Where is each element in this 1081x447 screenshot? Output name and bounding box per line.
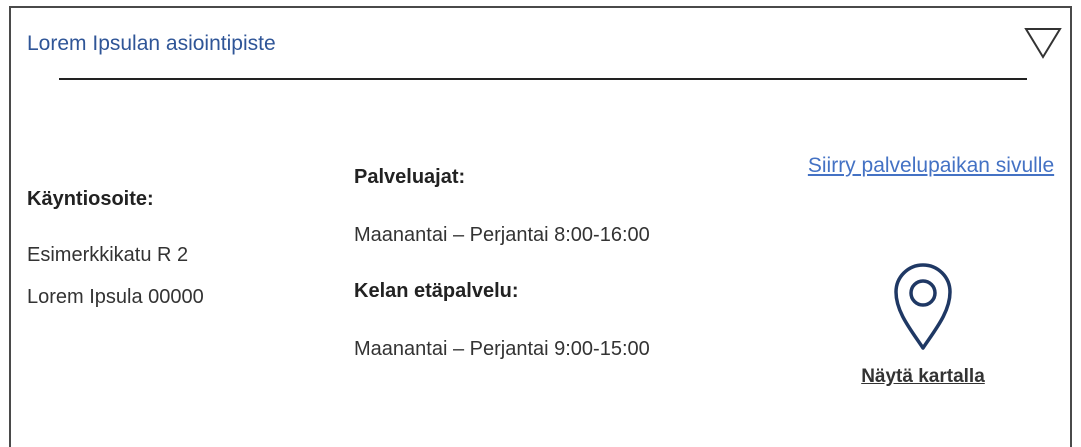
visit-address-city: Lorem Ipsula 00000: [27, 286, 204, 308]
service-point-title: Lorem Ipsulan asiointipiste: [27, 32, 276, 55]
remote-service-value: Maanantai – Perjantai 9:00-15:00: [354, 338, 650, 360]
visit-address-street: Esimerkkikatu R 2: [27, 244, 189, 266]
map-pin-icon-graphic: [894, 263, 952, 350]
remote-service-label: Kelan etäpalvelu:: [354, 280, 519, 302]
show-on-map-link[interactable]: Näytä kartalla: [831, 366, 1015, 388]
collapse-toggle-button[interactable]: [1023, 26, 1063, 60]
service-point-card: Lorem Ipsulan asiointipiste Käyntiosoite…: [9, 6, 1072, 447]
service-point-page-link[interactable]: Siirry palvelupaikan sivulle: [801, 148, 1061, 183]
map-pin-icon[interactable]: [893, 262, 953, 352]
visit-address-label: Käyntiosoite:: [27, 188, 154, 210]
service-hours-value: Maanantai – Perjantai 8:00-16:00: [354, 224, 650, 246]
header-divider: [59, 78, 1027, 80]
triangle-down-outline-icon: [1024, 28, 1062, 59]
service-hours-label: Palveluajat:: [354, 166, 466, 188]
